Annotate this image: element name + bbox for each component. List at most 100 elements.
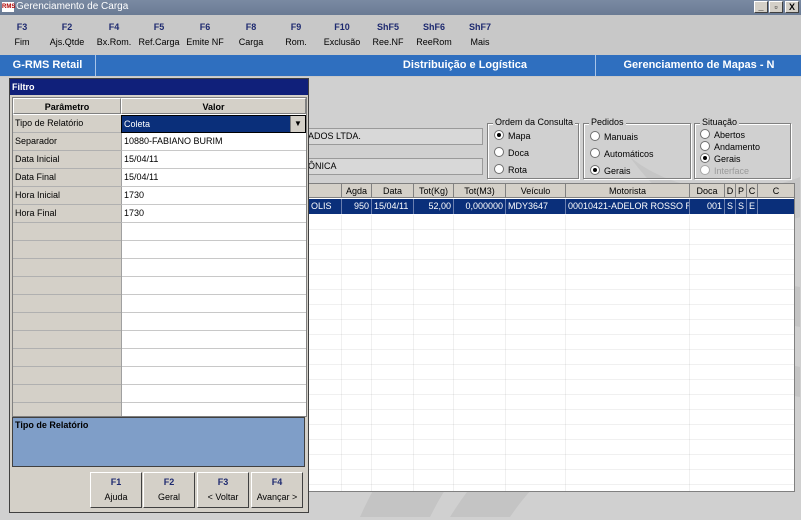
radio-pedidos-gerais-label: Gerais: [604, 166, 631, 176]
grid-header-p[interactable]: P: [736, 184, 747, 198]
avancar-button[interactable]: F4 Avançar >: [251, 472, 303, 508]
grid-header-c2[interactable]: C: [758, 184, 794, 198]
close-button[interactable]: X: [785, 1, 799, 13]
filtro-row-tipo-relatorio[interactable]: Tipo de Relatório Coleta ▼: [13, 115, 306, 133]
radio-pedidos-gerais[interactable]: Gerais: [590, 165, 631, 176]
toolbar-button-bx-rom[interactable]: F4 Bx.Rom.: [92, 22, 136, 48]
toolbar-button-ajs-qtde[interactable]: F2 Ajs.Qtde: [45, 22, 89, 48]
radio-andamento[interactable]: Andamento: [700, 141, 760, 152]
radio-rota[interactable]: Rota: [494, 164, 527, 175]
radio-automaticos[interactable]: Automáticos: [590, 148, 654, 159]
banner-screen-name: Gerenciamento de Mapas - N: [623, 59, 775, 71]
button-label: Avançar >: [256, 492, 298, 502]
ajuda-button[interactable]: F1 Ajuda: [90, 472, 142, 508]
radio-situacao-gerais-indicator: [700, 153, 710, 163]
toolbar-label: Fim: [14, 37, 30, 47]
toolbar-label: Ree.NF: [372, 37, 404, 47]
maps-grid[interactable]: Agda Data Tot(Kg) Tot(M3) Veículo Motori…: [308, 183, 795, 492]
tipo-relatorio-select[interactable]: Coleta ▼: [121, 115, 306, 133]
grid-header-motorista[interactable]: Motorista: [566, 184, 690, 198]
radio-andamento-indicator: [700, 141, 710, 151]
toolbar-key: F6: [199, 22, 211, 32]
toolbar-label: Bx.Rom.: [96, 37, 132, 47]
toolbar-key: F10: [334, 22, 350, 32]
radio-abertos[interactable]: Abertos: [700, 129, 745, 140]
data-inicial-field[interactable]: 15/04/11: [121, 151, 306, 169]
toolbar-button-exclusao[interactable]: F10 Exclusão: [320, 22, 364, 48]
radio-manuais[interactable]: Manuais: [590, 131, 638, 142]
company-field: ADOS LTDA.: [305, 128, 483, 145]
app-icon: RMS: [2, 2, 16, 12]
toolbar-key: ShF7: [468, 22, 491, 32]
toolbar-button-emite-nf[interactable]: F6 Emite NF: [183, 22, 227, 48]
filtro-panel: Filtro Parâmetro Valor Tipo de Relatório…: [9, 78, 309, 513]
grid-header-tot-kg[interactable]: Tot(Kg): [414, 184, 454, 198]
voltar-button[interactable]: F3 < Voltar: [197, 472, 249, 508]
grid-header-tot-m3[interactable]: Tot(M3): [454, 184, 506, 198]
filtro-empty-labels: [13, 223, 121, 416]
module-banner: G-RMS Retail Distribuição e Logística Ge…: [0, 55, 801, 76]
separador-field[interactable]: 10880-FABIANO BURIM: [121, 133, 306, 151]
toolbar-label: Exclusão: [323, 37, 361, 47]
banner-section: Distribuição e Logística: [96, 55, 596, 76]
hora-final-field[interactable]: 1730: [121, 205, 306, 223]
minimize-button[interactable]: _: [754, 1, 768, 13]
grid-cell-data: 15/04/11: [372, 199, 414, 214]
geral-button[interactable]: F2 Geral: [143, 472, 195, 508]
grid-header-doca[interactable]: Doca: [690, 184, 725, 198]
filtro-title: Filtro: [10, 79, 308, 95]
toolbar-label: Carga: [238, 37, 264, 47]
toolbar-button-mais[interactable]: ShF7 Mais: [458, 22, 502, 48]
button-key: F4: [271, 477, 283, 487]
toolbar-button-ref-carga[interactable]: F5 Ref.Carga: [137, 22, 181, 48]
radio-mapa[interactable]: Mapa: [494, 130, 531, 141]
toolbar-label: Ref.Carga: [138, 37, 180, 47]
filtro-row-label: Data Final: [13, 169, 121, 187]
radio-doca-label: Doca: [508, 148, 530, 158]
info-field: ÔNICA: [305, 158, 483, 175]
grid-cell-motorista: 00010421-ADELOR ROSSO RII: [566, 199, 690, 214]
toolbar-button-rom[interactable]: F9 Rom.: [274, 22, 318, 48]
chevron-down-icon[interactable]: ▼: [290, 116, 305, 132]
filtro-row-separador[interactable]: Separador 10880-FABIANO BURIM: [13, 133, 306, 151]
filtro-empty-values: [121, 223, 306, 416]
toolbar-button-carga[interactable]: F8 Carga: [229, 22, 273, 48]
radio-abertos-label: Abertos: [714, 130, 746, 140]
radio-andamento-label: Andamento: [714, 142, 761, 152]
grid-header-c1[interactable]: C: [747, 184, 758, 198]
toolbar-key: F3: [16, 22, 28, 32]
filtro-row-hora-inicial[interactable]: Hora Inicial 1730: [13, 187, 306, 205]
toolbar-label: Ajs.Qtde: [49, 37, 85, 47]
radio-situacao-gerais[interactable]: Gerais: [700, 153, 741, 164]
toolbar-key: ShF5: [376, 22, 399, 32]
hora-inicial-field[interactable]: 1730: [121, 187, 306, 205]
radio-automaticos-label: Automáticos: [604, 149, 654, 159]
toolbar-button-ree-nf[interactable]: ShF5 Ree.NF: [366, 22, 410, 48]
grid-header-data[interactable]: Data: [372, 184, 414, 198]
filtro-row-data-inicial[interactable]: Data Inicial 15/04/11: [13, 151, 306, 169]
data-final-field[interactable]: 15/04/11: [121, 169, 306, 187]
toolbar-button-fim[interactable]: F3 Fim: [0, 22, 44, 48]
filtro-row-label: Data Inicial: [13, 151, 121, 169]
radio-doca[interactable]: Doca: [494, 147, 529, 158]
grid-header-agda[interactable]: Agda: [342, 184, 372, 198]
pedidos-title: Pedidos: [589, 117, 626, 127]
window-title: Gerenciamento de Carga: [16, 1, 129, 12]
button-key: F2: [163, 477, 175, 487]
radio-interface-indicator: [700, 165, 710, 175]
restore-button[interactable]: ▫: [769, 1, 783, 13]
filtro-row-hora-final[interactable]: Hora Final 1730: [13, 205, 306, 223]
filtro-header-valor: Valor: [121, 98, 306, 114]
grid-header-d[interactable]: D: [725, 184, 736, 198]
button-label: Geral: [157, 492, 180, 502]
toolbar-key: ShF6: [422, 22, 445, 32]
radio-mapa-label: Mapa: [508, 131, 531, 141]
filtro-row-data-final[interactable]: Data Final 15/04/11: [13, 169, 306, 187]
grid-header-veiculo[interactable]: Veículo: [506, 184, 566, 198]
toolbar-label: ReeRom: [416, 37, 452, 47]
toolbar-label: Rom.: [285, 37, 307, 47]
radio-interface: Interface: [700, 165, 749, 176]
grid-cell-tot-m3: 0,000000: [454, 199, 506, 214]
toolbar-button-reerom[interactable]: ShF6 ReeRom: [412, 22, 456, 48]
filtro-row-label: Separador: [13, 133, 121, 151]
